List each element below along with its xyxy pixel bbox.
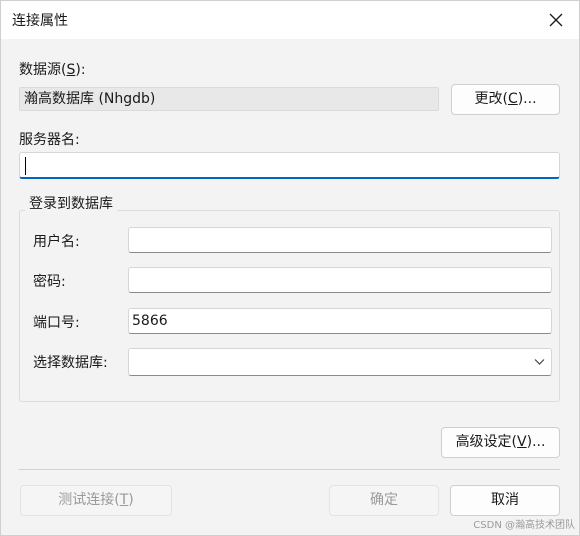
data-source-label: 数据源(S):: [19, 59, 86, 79]
port-label: 端口号:: [33, 315, 80, 331]
cancel-button[interactable]: 取消: [450, 485, 560, 516]
change-button-accel-key: C: [507, 91, 518, 107]
test-button-accel-key: T: [119, 492, 129, 508]
data-source-value: 瀚高数据库 (Nhgdb): [19, 87, 439, 111]
footer-separator: [19, 469, 560, 470]
data-source-label-end: ):: [75, 62, 86, 78]
watermark: CSDN @瀚高技术团队: [473, 520, 575, 531]
test-connection-button[interactable]: 测试连接(T): [20, 485, 172, 516]
username-label: 用户名:: [33, 234, 80, 250]
select-database-label: 选择数据库:: [33, 355, 108, 371]
advanced-button-label-end: )...: [526, 434, 546, 450]
advanced-button-accel-key: V: [517, 434, 527, 450]
password-input[interactable]: [128, 267, 552, 293]
login-group-title: 登录到数据库: [25, 193, 117, 213]
server-name-input[interactable]: [19, 152, 560, 179]
close-icon: [549, 13, 563, 27]
chevron-down-icon: [534, 359, 545, 365]
test-button-label-end: ): [128, 492, 134, 508]
advanced-button-label: 高级设定(: [455, 434, 518, 450]
username-input[interactable]: [128, 227, 552, 253]
connection-properties-dialog: 连接属性 数据源(S): 瀚高数据库 (Nhgdb) 更改(C)... 服务器名…: [0, 0, 580, 536]
test-button-label: 测试连接(: [58, 492, 120, 508]
window-title: 连接属性: [12, 13, 68, 29]
change-button-label-end: )...: [517, 91, 537, 107]
change-button-label: 更改(: [474, 91, 508, 107]
port-input[interactable]: [128, 308, 552, 334]
advanced-settings-button[interactable]: 高级设定(V)...: [441, 427, 560, 458]
database-dropdown[interactable]: [128, 348, 552, 376]
text-caret: [25, 157, 26, 175]
title-bar: 连接属性: [1, 1, 579, 39]
change-data-source-button[interactable]: 更改(C)...: [451, 84, 560, 115]
close-button[interactable]: [541, 5, 571, 35]
data-source-label-text: 数据源(: [19, 62, 67, 78]
password-label: 密码:: [33, 274, 66, 290]
ok-button[interactable]: 确定: [329, 485, 439, 516]
server-name-label: 服务器名:: [19, 132, 80, 148]
